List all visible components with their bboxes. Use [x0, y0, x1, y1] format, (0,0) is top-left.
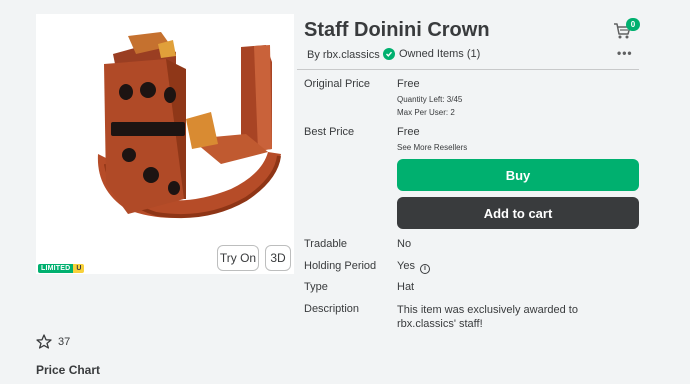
try-on-button[interactable]: Try On: [217, 245, 259, 271]
add-to-cart-button[interactable]: Add to cart: [397, 197, 639, 229]
tradable-label: Tradable: [304, 238, 348, 250]
item-thumbnail: LIMITED U Try On 3D: [36, 14, 294, 274]
limited-u-badge: LIMITED U: [38, 264, 85, 273]
description-label: Description: [304, 303, 360, 315]
owned-items-label: Owned Items (1): [399, 48, 481, 60]
see-more-resellers-link[interactable]: See More Resellers: [397, 143, 467, 152]
original-price-value: Free: [397, 78, 420, 90]
owned-items: Owned Items (1): [383, 48, 480, 60]
holding-period-value: Yes: [397, 260, 415, 272]
creator-link[interactable]: By rbx.classics: [307, 49, 380, 61]
type-label: Type: [304, 281, 328, 293]
max-per-user: Max Per User: 2: [397, 108, 455, 117]
item-image: [97, 32, 281, 219]
best-price-label: Best Price: [304, 126, 355, 138]
limited-u-label: U: [73, 264, 85, 273]
buy-button[interactable]: Buy: [397, 159, 639, 191]
info-icon[interactable]: i: [419, 263, 430, 274]
description-value: This item was exclusively awarded to rbx…: [397, 304, 578, 330]
holding-period-label: Holding Period: [304, 260, 377, 272]
star-outline-icon[interactable]: [36, 334, 52, 349]
original-price-label: Original Price: [304, 78, 371, 90]
best-price-value: Free: [397, 126, 420, 138]
check-circle-icon: [383, 48, 395, 60]
header-divider: [297, 69, 639, 70]
favorite-count: 37: [58, 335, 71, 348]
limited-label: LIMITED: [38, 264, 74, 273]
type-value: Hat: [397, 281, 415, 293]
holding-period-row: Yes i: [397, 260, 430, 274]
quantity-left: Quantity Left: 3/45: [397, 95, 463, 104]
3d-view-button[interactable]: 3D: [265, 245, 291, 271]
favorite-button[interactable]: 37: [36, 334, 70, 349]
more-horizontal-icon[interactable]: •••: [617, 46, 633, 60]
item-title: Staff Doinini Crown: [304, 19, 490, 41]
cart-count-badge: 0: [626, 18, 640, 31]
tradable-value: No: [397, 238, 412, 250]
price-chart-heading: Price Chart: [36, 363, 101, 377]
